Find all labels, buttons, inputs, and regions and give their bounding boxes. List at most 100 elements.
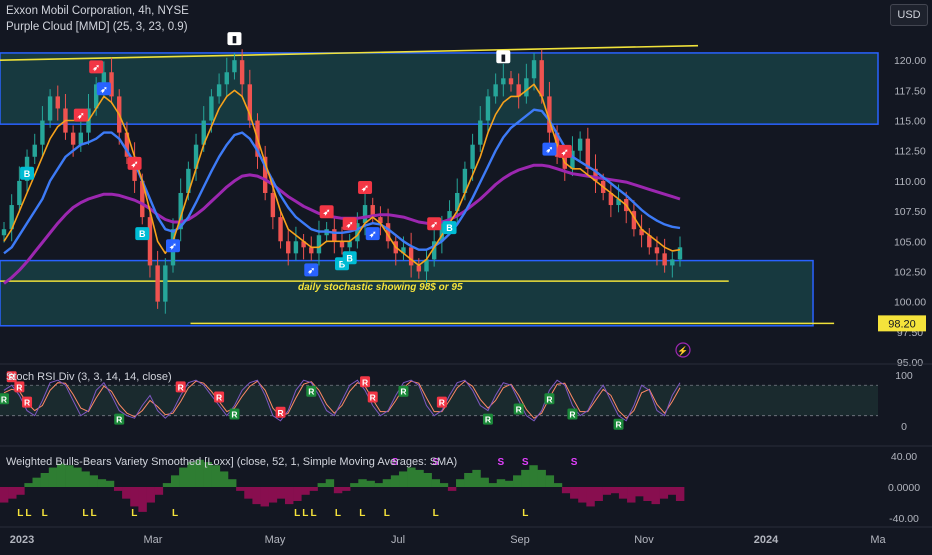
bulls-bears-bar: [390, 475, 400, 487]
bulls-bears-bar: [399, 471, 408, 487]
candle-body: [508, 78, 514, 85]
bulls-bears-bar: [627, 487, 636, 503]
x-tick-label: Nov: [634, 534, 654, 546]
bulls-bears-bar: [447, 487, 457, 491]
bulls-bears-bar: [211, 465, 221, 487]
bb-marker-pink-18: S: [522, 457, 529, 468]
bulls-bears-bar: [667, 487, 677, 495]
bulls-bears-bar: [488, 483, 498, 487]
stoch-marker-label-18: R: [615, 420, 621, 430]
bulls-bears-bar: [561, 487, 571, 494]
bulls-bears-bar: [293, 487, 302, 501]
bulls-bears-bar: [496, 479, 506, 487]
bulls-bears-bar: [301, 487, 310, 495]
candle-body: [654, 247, 660, 254]
bulls-bears-bar: [521, 469, 530, 487]
bulls-bears-bar: [227, 479, 237, 487]
bulls-bears-bar: [586, 487, 595, 507]
bulls-bears-bar: [659, 487, 669, 499]
candle-body: [339, 241, 345, 248]
price-tag-label: 98.20: [888, 318, 916, 330]
bb-tick-label: 40.00: [891, 451, 917, 463]
bulls-bears-bar: [309, 487, 318, 491]
signal-label-16: B: [446, 223, 453, 233]
bulls-bears-title: Weighted Bulls-Bears Variety Smoothed [L…: [6, 456, 457, 468]
candle-body: [408, 247, 414, 266]
candle-body: [493, 84, 498, 97]
bulls-bears-bar: [162, 483, 172, 487]
bb-marker-pink-17: S: [497, 457, 504, 468]
signal-label-10: ➶: [346, 219, 354, 229]
bb-marker-yellow-2: L: [42, 508, 48, 519]
price-tick-label: 110.00: [894, 176, 925, 188]
bulls-bears-bar: [578, 487, 587, 503]
bulls-bears-bar: [504, 480, 514, 487]
bulls-bears-bar: [602, 487, 612, 495]
bulls-bears-bar: [594, 487, 603, 501]
candle-body: [147, 217, 153, 266]
signal-label-2: ➶: [92, 62, 100, 72]
candle-body: [577, 138, 583, 151]
bulls-bears-bar: [276, 487, 286, 499]
price-tick-label: 95.00: [897, 357, 923, 369]
signal-label-11: ➶: [361, 183, 369, 193]
x-tick-label: Mar: [144, 534, 163, 546]
bulls-bears-bar: [97, 479, 107, 487]
bb-marker-yellow-4: L: [91, 508, 97, 519]
indicator-purple-cloud-label[interactable]: Purple Cloud [MMD] (25, 3, 23, 0.9): [6, 21, 188, 33]
currency-button[interactable]: USD: [890, 4, 928, 26]
chart-canvas[interactable]: B➶➶➶➶B➶▮➶➶➶➶BB➶➶ B▮➶ ➶daily stochastic sho…: [0, 0, 932, 550]
signal-label-14: ➶: [369, 229, 377, 239]
stoch-marker-label-17: R: [569, 410, 575, 420]
bulls-bears-bar: [252, 487, 261, 505]
bulls-bears-bar: [122, 487, 131, 499]
bulls-bears-bar: [529, 465, 538, 487]
bulls-bears-bar: [130, 487, 139, 507]
price-tick-label: 100.00: [894, 297, 926, 309]
bulls-bears-bar: [382, 479, 392, 487]
candle-body: [485, 96, 491, 121]
bulls-bears-bar: [105, 480, 115, 487]
signal-label-9: ➶: [323, 207, 331, 217]
stoch-marker-label-6: R: [216, 393, 222, 403]
stoch-marker-label-13: R: [439, 398, 445, 408]
bulls-bears-bar: [81, 471, 90, 487]
bulls-bears-bar: [537, 469, 546, 487]
signal-label-0: B: [24, 169, 31, 179]
candle-body: [470, 144, 475, 169]
candle-body: [524, 78, 529, 97]
signal-label-6: ➶: [169, 241, 177, 251]
stoch-marker-label-12: R: [400, 387, 406, 397]
signal-label-17: ▮: [501, 52, 506, 62]
price-tick-label: 117.50: [894, 85, 925, 97]
candle-body: [316, 235, 322, 254]
x-tick-label: Ma: [870, 534, 886, 546]
bulls-bears-bar: [333, 487, 343, 494]
bulls-bears-bar: [284, 487, 294, 505]
bulls-bears-bar: [350, 483, 359, 487]
price-tick-label: 120.00: [894, 55, 926, 67]
bulls-bears-bar: [651, 487, 660, 505]
stoch-marker-label-8: R: [277, 408, 283, 418]
bb-tick-label: 0.0000: [888, 482, 920, 494]
bb-marker-yellow-5: L: [131, 508, 137, 519]
price-tick-label: 107.50: [894, 206, 926, 218]
stoch-marker-label-14: R: [485, 415, 491, 425]
bulls-bears-bar: [570, 487, 579, 499]
bb-marker-pink-19: S: [571, 457, 578, 468]
x-tick-label: 2024: [754, 534, 779, 546]
bb-marker-yellow-3: L: [82, 508, 88, 519]
bulls-bears-bar: [170, 475, 180, 487]
bulls-bears-bar: [610, 487, 620, 494]
bulls-bears-bar: [268, 487, 278, 503]
bulls-bears-bar: [431, 479, 441, 487]
ema-mid-line: [3, 108, 681, 255]
bulls-bears-bar: [0, 487, 9, 503]
bulls-bears-bar: [16, 487, 25, 495]
candle-body: [55, 96, 60, 109]
price-tick-label: 112.50: [894, 146, 925, 158]
signal-label-13: B: [346, 253, 353, 263]
bb-marker-yellow-11: L: [359, 508, 365, 519]
bulls-bears-bar: [472, 469, 481, 487]
stoch-tick-label: 0: [901, 421, 907, 433]
